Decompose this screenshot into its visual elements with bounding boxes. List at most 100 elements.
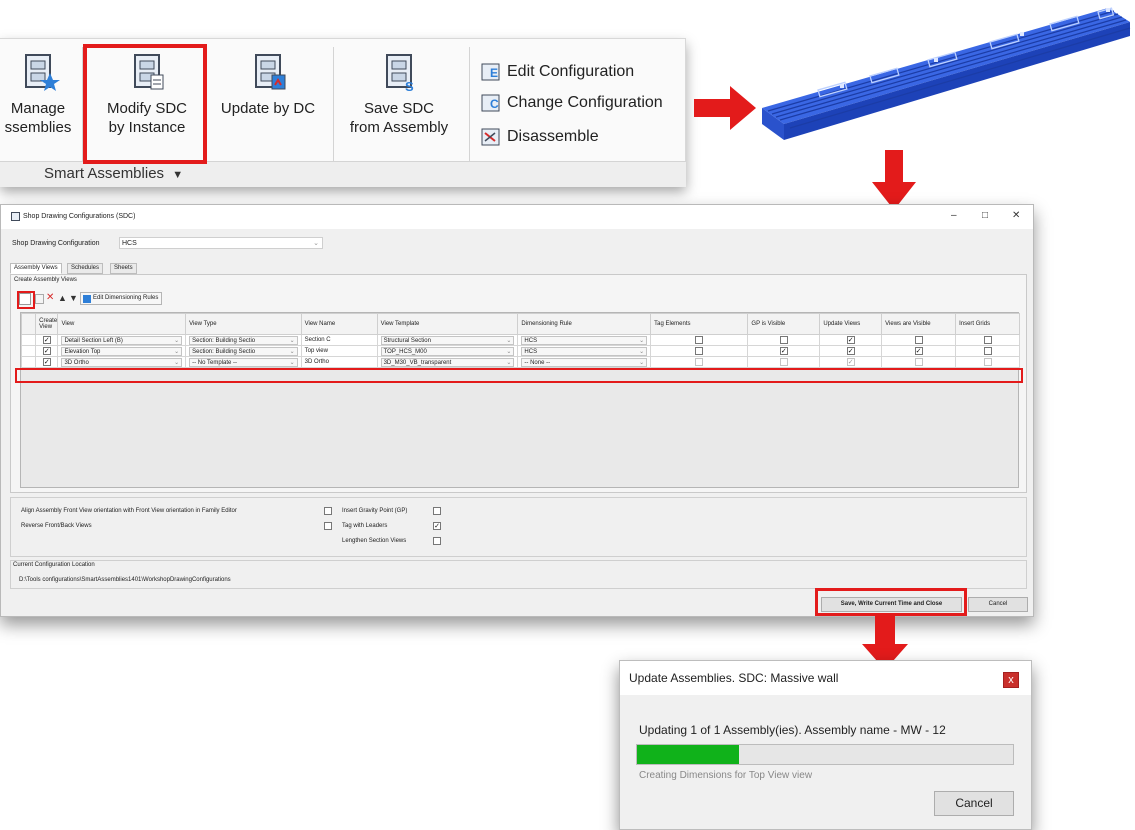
dimensioning-rule-cell[interactable]: HCS ⌄	[517, 345, 652, 357]
create-view-checkbox[interactable]: ✓	[42, 358, 51, 366]
gp-visible-checkbox[interactable]	[779, 336, 788, 344]
col-header[interactable]: View Template	[376, 313, 519, 335]
gp-visible-checkbox[interactable]	[779, 358, 788, 366]
tag-elements[interactable]	[650, 334, 749, 346]
gp-visible-checkbox[interactable]: ✓	[779, 347, 788, 355]
config-select[interactable]: HCS ⌄	[119, 237, 323, 249]
view-type-cell[interactable]: -- No Template -- ⌄	[185, 356, 302, 368]
edit-dimensioning-rules-button[interactable]: Edit Dimensioning Rules	[80, 292, 163, 305]
view-name-cell[interactable]: Section C	[300, 334, 378, 346]
col-header[interactable]: View	[57, 313, 187, 335]
maximize-icon[interactable]: □	[982, 210, 988, 221]
view-name-cell[interactable]: 3D Ortho	[300, 356, 378, 368]
col-header[interactable]: Create View	[35, 313, 59, 335]
insert-grids[interactable]	[955, 345, 1020, 357]
view-cell[interactable]: Elevation Top ⌄	[57, 345, 187, 357]
insert-grids[interactable]	[955, 334, 1020, 346]
view-template-cell[interactable]: TOP_HCS_M00 ⌄	[376, 345, 519, 357]
create-view-checkbox[interactable]: ✓	[42, 347, 51, 355]
view-template-cell[interactable]: Structural Section ⌄	[376, 334, 519, 346]
view-type-cell-combo[interactable]: Section: Building Sectio ⌄	[189, 335, 298, 345]
col-header[interactable]: Insert Grids	[955, 313, 1020, 335]
views-visible-checkbox[interactable]	[914, 336, 923, 344]
views-visible[interactable]	[881, 334, 957, 346]
manage-assemblies-button[interactable]: Manage ssemblies	[0, 51, 78, 137]
minimize-icon[interactable]: –	[951, 210, 957, 221]
update-views[interactable]: ✓	[819, 334, 883, 346]
tag-with-leaders-checkbox[interactable]: ✓	[433, 522, 441, 530]
table-row[interactable]: ✓ Detail Section Left (B) ⌄ Section: Buildi…	[20, 334, 1020, 346]
disassemble-button[interactable]: Disassemble	[481, 128, 599, 146]
row-header-cell[interactable]	[20, 334, 37, 346]
col-header[interactable]: Update Views	[819, 313, 883, 335]
tab-sheets[interactable]: Sheets	[110, 263, 137, 274]
col-header[interactable]: Tag Elements	[650, 313, 749, 335]
table-row[interactable]: ✓ 3D Ortho ⌄ -- No Template -- ⌄ 3D Ortho 3D_M…	[20, 356, 1020, 368]
insert-grids-checkbox[interactable]	[983, 336, 992, 344]
view-template-cell-combo[interactable]: TOP_HCS_M00 ⌄	[380, 346, 515, 356]
view-name-cell[interactable]: Top view	[300, 345, 378, 357]
move-down-icon[interactable]: ▼	[69, 293, 78, 303]
update-views[interactable]: ✓	[819, 345, 883, 357]
dimensioning-rule-cell-combo[interactable]: HCS ⌄	[521, 346, 648, 356]
views-visible[interactable]: ✓	[881, 345, 957, 357]
views-visible[interactable]	[881, 356, 957, 368]
col-header[interactable]: View Name	[300, 313, 378, 335]
edit-configuration-button[interactable]: E Edit Configuration	[481, 63, 634, 81]
table-row[interactable]: ✓ Elevation Top ⌄ Section: Building Sectio ⌄…	[20, 345, 1020, 357]
gp-visible[interactable]	[747, 356, 821, 368]
views-visible-checkbox[interactable]	[914, 358, 923, 366]
tab-schedules[interactable]: Schedules	[67, 263, 104, 274]
gp-visible[interactable]: ✓	[747, 345, 821, 357]
view-template-cell-combo[interactable]: 3D_M30_VB_transparent ⌄	[380, 357, 515, 367]
change-configuration-button[interactable]: C Change Configuration	[481, 94, 663, 112]
dimensioning-rule-cell-combo[interactable]: HCS ⌄	[521, 335, 648, 345]
reverse-views-checkbox[interactable]	[324, 522, 332, 530]
view-cell[interactable]: 3D Ortho ⌄	[57, 356, 187, 368]
lengthen-section-checkbox[interactable]	[433, 537, 441, 545]
dimensioning-rule-cell[interactable]: -- None -- ⌄	[517, 356, 652, 368]
create-view-checkbox[interactable]: ✓	[42, 336, 51, 344]
create-view[interactable]: ✓	[35, 334, 59, 346]
view-template-cell[interactable]: 3D_M30_VB_transparent ⌄	[376, 356, 519, 368]
update-views-checkbox[interactable]: ✓	[846, 347, 855, 355]
create-view[interactable]: ✓	[35, 345, 59, 357]
dimensioning-rule-cell-combo[interactable]: -- None -- ⌄	[521, 357, 648, 367]
tag-elements-checkbox[interactable]	[695, 358, 704, 366]
tag-elements[interactable]	[650, 356, 749, 368]
close-icon[interactable]: ✕	[1012, 210, 1020, 221]
gp-visible[interactable]	[747, 334, 821, 346]
align-front-view-checkbox[interactable]	[324, 507, 332, 515]
view-type-cell-combo[interactable]: Section: Building Sectio ⌄	[189, 346, 298, 356]
col-header[interactable]: Views are Visible	[881, 313, 957, 335]
view-cell[interactable]: Detail Section Left (B) ⌄	[57, 334, 187, 346]
update-views-checkbox[interactable]: ✓	[846, 358, 855, 366]
view-type-cell-combo[interactable]: -- No Template -- ⌄	[189, 357, 298, 367]
dimensioning-rule-cell[interactable]: HCS ⌄	[517, 334, 652, 346]
tab-assembly-views[interactable]: Assembly Views	[10, 263, 62, 274]
view-cell-combo[interactable]: Elevation Top ⌄	[61, 346, 183, 356]
update-views[interactable]: ✓	[819, 356, 883, 368]
insert-grids-checkbox[interactable]	[983, 347, 992, 355]
view-template-cell-combo[interactable]: Structural Section ⌄	[380, 335, 515, 345]
col-header[interactable]: View Type	[185, 313, 302, 335]
save-sdc-from-assembly-button[interactable]: S Save SDC from Assembly	[337, 51, 461, 137]
col-header[interactable]: Dimensioning Rule	[517, 313, 652, 335]
view-cell-combo[interactable]: Detail Section Left (B) ⌄	[61, 335, 183, 345]
row-header-cell[interactable]	[20, 356, 37, 368]
col-header[interactable]: GP is Visible	[747, 313, 821, 335]
insert-grids-checkbox[interactable]	[983, 358, 992, 366]
tag-elements-checkbox[interactable]	[695, 336, 704, 344]
move-up-icon[interactable]: ▲	[58, 293, 67, 303]
update-by-dc-button[interactable]: Update by DC	[212, 51, 324, 118]
insert-grids[interactable]	[955, 356, 1020, 368]
delete-row-icon[interactable]: ✕	[46, 292, 54, 303]
view-cell-combo[interactable]: 3D Ortho ⌄	[61, 357, 183, 367]
insert-gp-checkbox[interactable]	[433, 507, 441, 515]
tag-elements[interactable]	[650, 345, 749, 357]
view-type-cell[interactable]: Section: Building Sectio ⌄	[185, 334, 302, 346]
smart-assemblies-group[interactable]: Smart Assemblies ▼	[0, 161, 686, 187]
cancel-button[interactable]: Cancel	[968, 597, 1028, 612]
row-header-cell[interactable]	[20, 345, 37, 357]
update-views-checkbox[interactable]: ✓	[846, 336, 855, 344]
